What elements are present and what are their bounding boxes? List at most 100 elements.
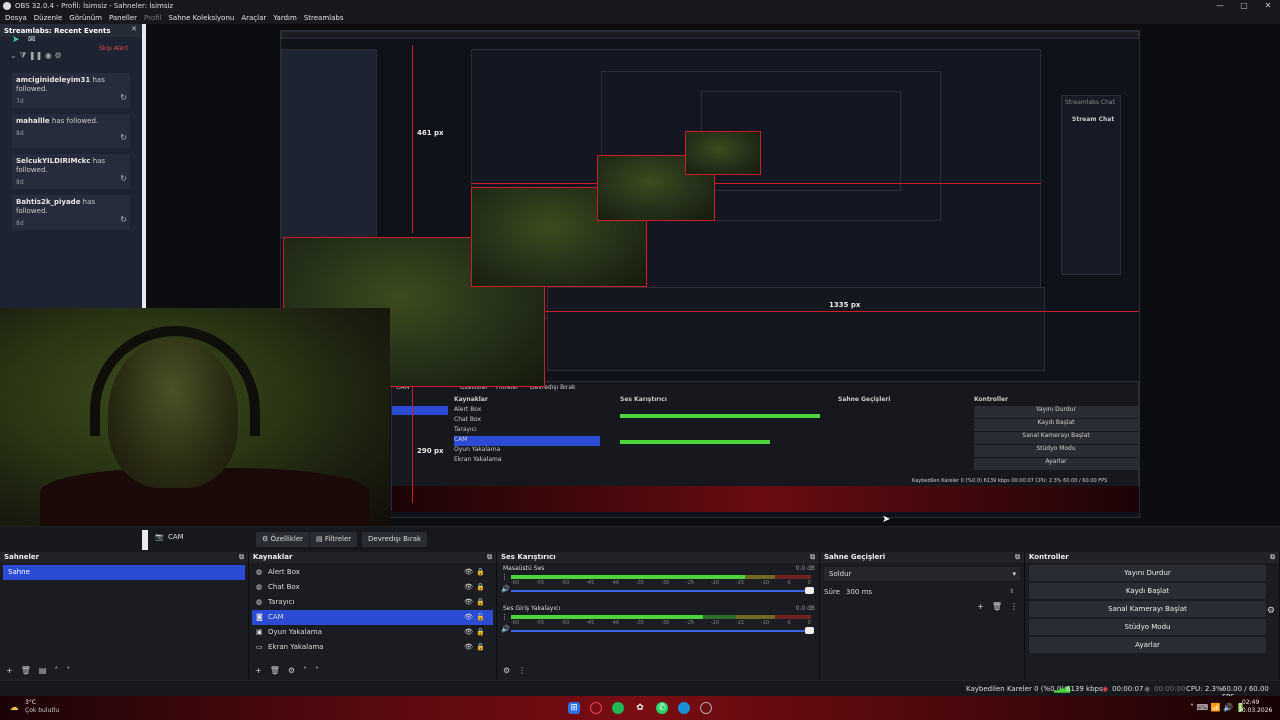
lock-icon[interactable]: 🔒	[476, 640, 485, 655]
transition-select[interactable]: Soldur ▾	[824, 567, 1020, 581]
gear-icon[interactable]: ⚙	[288, 666, 295, 678]
chatgpt-icon[interactable]: ✿	[634, 702, 646, 714]
volume-slider[interactable]	[511, 590, 811, 592]
trash-icon[interactable]: 🗑	[21, 666, 31, 678]
events-controls-icons[interactable]: ⌄ ⧩ ❚❚ ◉ ⚙	[10, 51, 62, 61]
undock-icon[interactable]: ⧉	[1270, 552, 1275, 563]
eye-icon[interactable]: 👁	[464, 610, 473, 625]
megaphone-icon[interactable]: ✉	[28, 35, 36, 45]
more-icon[interactable]: ⋮	[518, 666, 526, 678]
add-icon[interactable]: +	[6, 666, 13, 678]
more-icon[interactable]: ⋮	[501, 613, 508, 621]
trash-icon[interactable]: 🗑	[992, 602, 1002, 611]
repeat-icon[interactable]: ↻	[120, 215, 127, 224]
repeat-icon[interactable]: ↻	[120, 133, 127, 142]
nested-controls: Yayını Durdur Kaydı Başlat Sanal Kameray…	[974, 406, 1138, 470]
preview-canvas[interactable]: Streamlabs Chat Stream Chat CAM Özellikl…	[0, 24, 1280, 526]
menu-profile[interactable]: Profil	[142, 14, 166, 22]
arrow-up-icon[interactable]: ˄	[54, 666, 58, 678]
eye-icon[interactable]: 👁	[464, 640, 473, 655]
maximize-button[interactable]: ▢	[1232, 0, 1256, 12]
menu-edit[interactable]: Düzenle	[32, 14, 68, 22]
source-item[interactable]: ◍ Chat Box 👁 🔒	[252, 580, 493, 595]
lock-icon[interactable]: 🔒	[476, 565, 485, 580]
opera-icon[interactable]	[590, 702, 602, 714]
close-button[interactable]: ✕	[1256, 0, 1280, 12]
obs-icon[interactable]	[700, 702, 712, 714]
repeat-icon[interactable]: ↻	[120, 174, 127, 183]
event-item: Bahtis2k_piyade has followed. 8d ↻	[12, 195, 130, 230]
menu-tools[interactable]: Araçlar	[239, 14, 271, 22]
menu-file[interactable]: Dosya	[3, 14, 32, 22]
settings-button[interactable]: Ayarlar	[1029, 637, 1266, 653]
speaker-icon[interactable]: 🔊	[501, 585, 510, 593]
arrow-down-icon[interactable]: ˅	[66, 666, 70, 678]
windows-start-icon[interactable]: ⊞	[568, 702, 580, 714]
webcam-feed[interactable]	[0, 308, 390, 526]
weather-icon[interactable]: ☁	[8, 702, 20, 714]
arrow-up-icon[interactable]: ˄	[303, 666, 307, 678]
spotify-icon[interactable]	[612, 702, 624, 714]
source-item[interactable]: ◍ Tarayıcı 👁 🔒	[252, 595, 493, 610]
duration-field[interactable]: 300 ms	[846, 585, 872, 599]
eye-icon[interactable]: 👁	[464, 595, 473, 610]
controls-dock: Kontroller ⧉ Yayını Durdur Kaydı Başlat S…	[1025, 552, 1280, 680]
add-icon[interactable]: +	[977, 602, 984, 611]
volume-knob[interactable]	[805, 627, 814, 634]
nested-meter	[620, 440, 770, 444]
lock-icon[interactable]: 🔒	[476, 580, 485, 595]
volume-slider[interactable]	[511, 630, 811, 632]
undock-icon[interactable]: ⧉	[1015, 552, 1020, 563]
volume-knob[interactable]	[805, 587, 814, 594]
speaker-icon[interactable]: 🔊	[501, 625, 510, 633]
eye-icon[interactable]: 👁	[464, 565, 473, 580]
close-icon[interactable]: ✕	[131, 25, 137, 33]
send-icon[interactable]: ➤	[12, 35, 20, 45]
undock-icon[interactable]: ⧉	[239, 552, 244, 563]
properties-button[interactable]: ⚙ Özellikler	[256, 532, 310, 547]
source-item[interactable]: ◍ Alert Box 👁 🔒	[252, 565, 493, 580]
repeat-icon[interactable]: ↻	[120, 93, 127, 102]
add-icon[interactable]: +	[255, 666, 262, 678]
disable-button[interactable]: Devredışı Bırak	[362, 532, 428, 547]
transitions-header: Sahne Geçişleri ⧉	[820, 552, 1024, 563]
weather-desc: Çok bulutlu	[25, 707, 60, 714]
skip-alert-button[interactable]: Skip Alert	[99, 45, 128, 52]
source-item[interactable]: ▣ Oyun Yakalama 👁 🔒	[252, 625, 493, 640]
start-virtual-camera-button[interactable]: Sanal Kamerayı Başlat	[1029, 601, 1266, 617]
studio-mode-button[interactable]: Stüdyo Modu	[1029, 619, 1266, 635]
undock-icon[interactable]: ⧉	[487, 552, 492, 563]
spin-icon[interactable]: ⇕	[1009, 585, 1014, 599]
trash-icon[interactable]: 🗑	[270, 666, 280, 678]
lock-icon[interactable]: 🔒	[476, 595, 485, 610]
unlock-icon[interactable]: 🔓	[476, 610, 485, 625]
source-item[interactable]: ◙ CAM 👁 🔓	[252, 610, 493, 625]
gear-icon[interactable]: ⚙	[1267, 606, 1275, 616]
start-recording-button[interactable]: Kaydı Başlat	[1029, 583, 1266, 599]
filters-button[interactable]: ▤ Filtreler	[310, 532, 358, 547]
height-measure: 461 px	[417, 129, 444, 137]
eye-icon[interactable]: 👁	[464, 580, 473, 595]
event-item: mahallle has followed. 8d ↻	[12, 114, 130, 148]
source-item[interactable]: ▭ Ekran Yakalama 👁 🔒	[252, 640, 493, 655]
arrow-down-icon[interactable]: ˅	[315, 666, 319, 678]
whatsapp-icon[interactable]: ✆	[656, 702, 668, 714]
menu-docks[interactable]: Paneller	[107, 14, 142, 22]
more-icon[interactable]: ⋮	[1010, 602, 1018, 611]
menu-scene-collection[interactable]: Sahne Koleksiyonu	[166, 14, 239, 22]
minimize-button[interactable]: —	[1208, 0, 1232, 12]
edge-icon[interactable]	[678, 702, 690, 714]
menu-help[interactable]: Yardım	[271, 14, 302, 22]
eye-icon[interactable]: 👁	[464, 625, 473, 640]
undock-icon[interactable]: ⧉	[810, 552, 815, 563]
menu-streamlabs[interactable]: Streamlabs	[302, 14, 349, 22]
more-icon[interactable]: ⋮	[501, 573, 508, 581]
globe-icon: ◍	[256, 568, 263, 576]
settings-icon[interactable]: ⚙	[503, 666, 510, 678]
mixer-channel: Masaüstü Ses 0.0 dB -60 -55 -50 -45 -40 -35 -3…	[497, 563, 819, 603]
stop-streaming-button[interactable]: Yayını Durdur	[1029, 565, 1266, 581]
filter-icon[interactable]: ▤	[39, 666, 47, 678]
scene-item[interactable]: Sahne	[3, 565, 245, 580]
lock-icon[interactable]: 🔒	[476, 625, 485, 640]
menu-view[interactable]: Görünüm	[67, 14, 107, 22]
